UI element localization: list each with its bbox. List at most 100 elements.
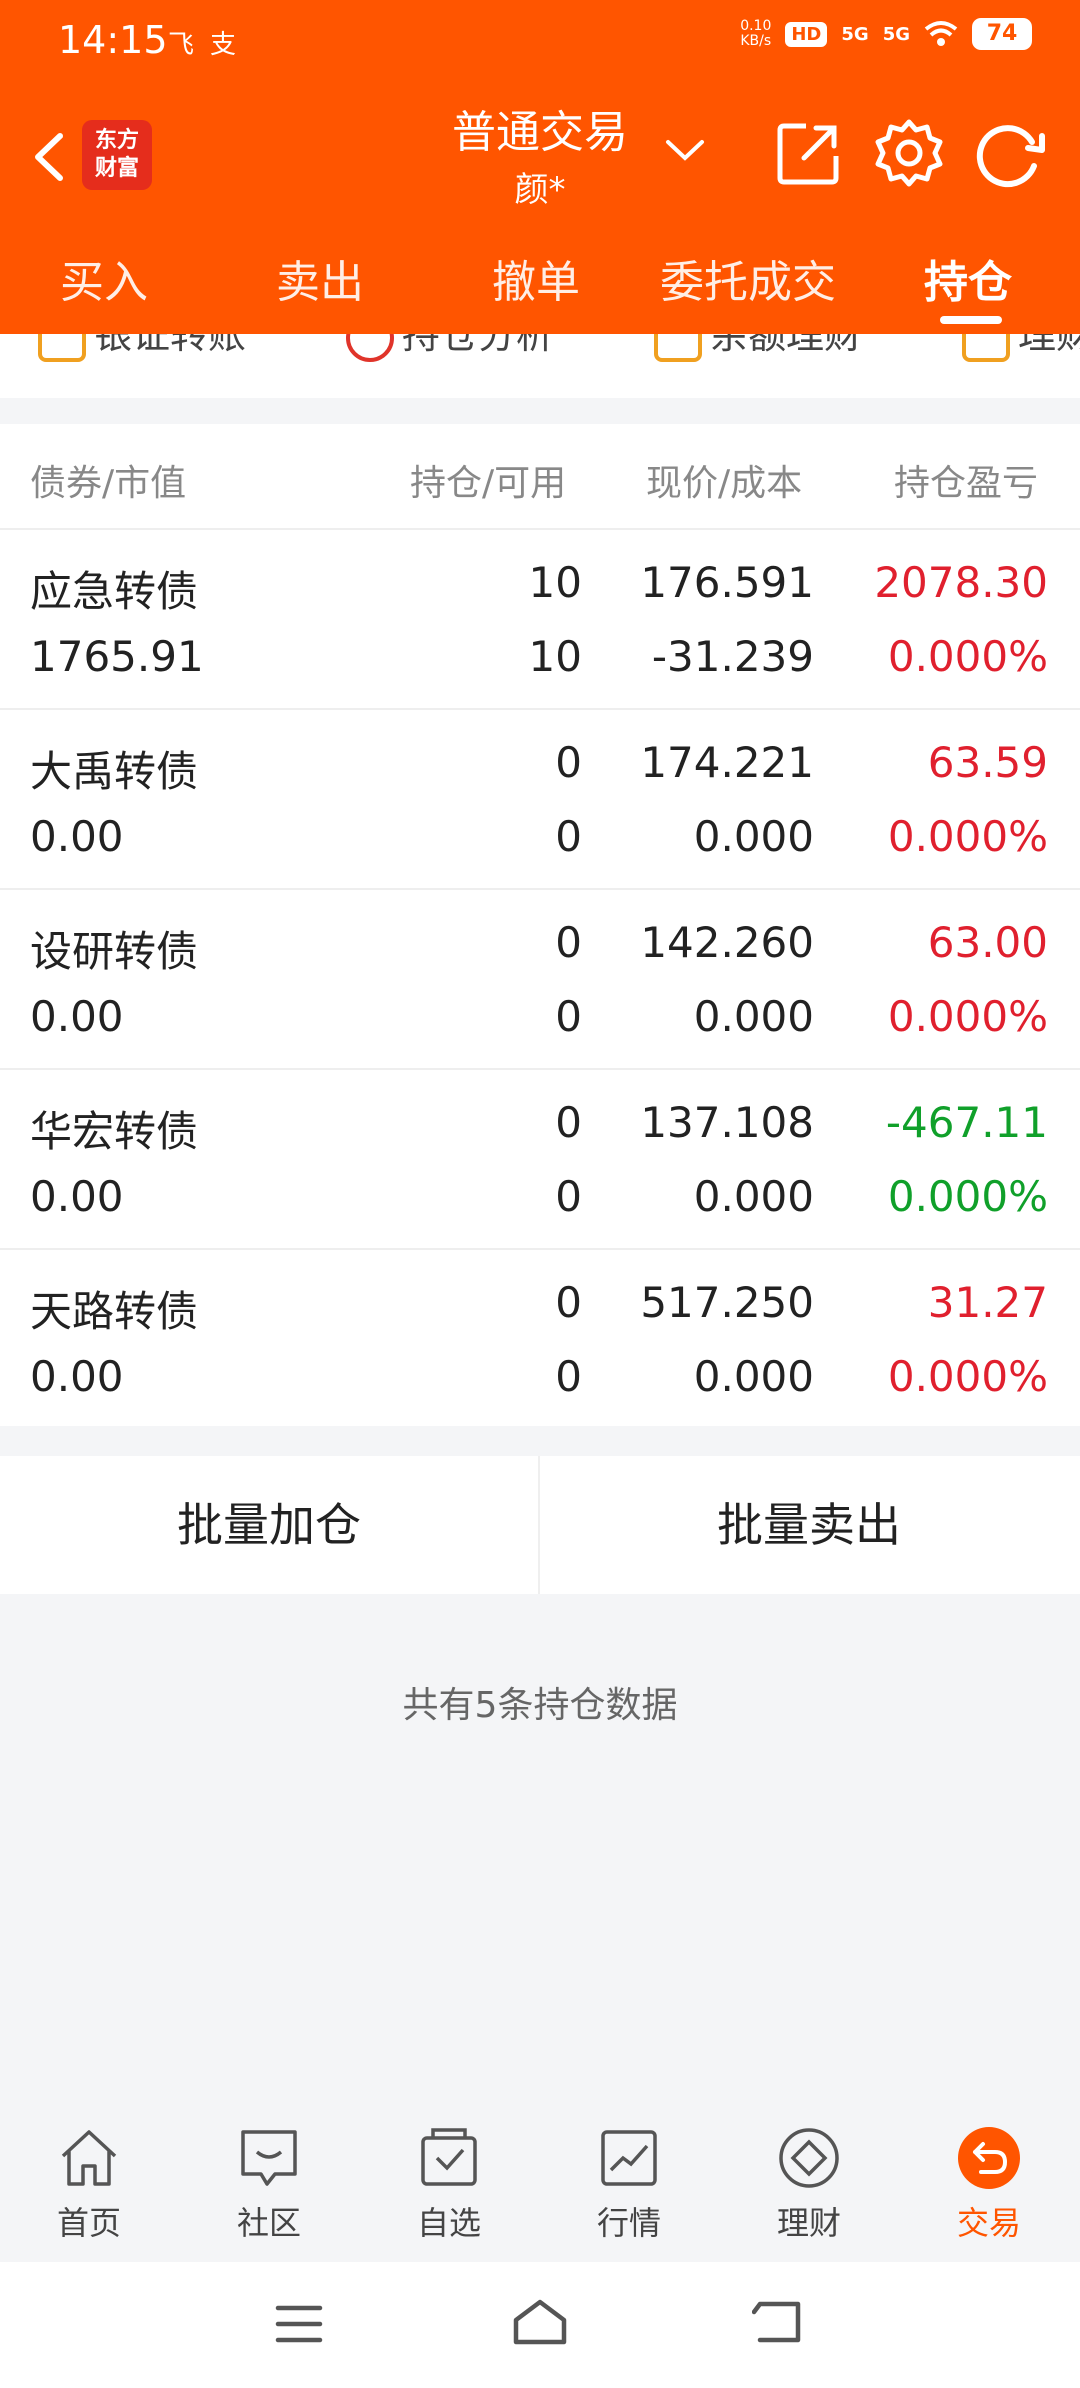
piggy-bank-icon xyxy=(654,334,702,362)
chart-icon xyxy=(601,2130,657,2186)
analysis-icon xyxy=(346,334,394,362)
tab-cancel[interactable]: 撤单 xyxy=(492,246,580,310)
nav-finance[interactable]: 理财 xyxy=(734,2126,884,2244)
tab-sell[interactable]: 卖出 xyxy=(276,246,364,310)
market-value: 0.00 xyxy=(30,1172,124,1221)
nav-community[interactable]: 社区 xyxy=(194,2126,344,2244)
nav-bar: 东方 财富 普通交易 颜* xyxy=(0,84,1080,224)
menu-icon[interactable] xyxy=(274,2302,324,2346)
status-bar: 14:15 飞 支 0.10 KB/s HD 5G 5G 74 xyxy=(0,0,1080,84)
avail-qty: 0 xyxy=(555,992,582,1041)
quick-balance-finance[interactable]: 余额理财 xyxy=(654,334,862,362)
bond-name: 设研转债 xyxy=(30,927,199,976)
signal-5g-icon: 5G xyxy=(841,23,869,45)
bond-name: 天路转债 xyxy=(30,1287,199,1336)
cost-price: -31.239 xyxy=(651,632,814,681)
gear-icon[interactable] xyxy=(874,118,944,188)
wifi-icon xyxy=(924,21,958,46)
hold-qty: 0 xyxy=(555,738,582,787)
hold-qty: 0 xyxy=(555,918,582,967)
home-nav-icon[interactable] xyxy=(510,2296,570,2348)
nav-market[interactable]: 行情 xyxy=(554,2126,704,2244)
status-time: 14:15 xyxy=(58,18,168,62)
tab-positions[interactable]: 持仓 xyxy=(924,246,1012,310)
app-notification-icon: 飞 xyxy=(168,30,195,60)
header-price: 现价/成本 xyxy=(646,463,803,504)
account-switcher[interactable]: 普通交易 颜* xyxy=(400,96,680,211)
bond-name: 华宏转债 xyxy=(30,1107,199,1156)
quick-analysis[interactable]: 持仓分析 xyxy=(346,334,554,362)
refresh-icon[interactable] xyxy=(972,118,1048,188)
quick-transfer[interactable]: 银证转账 xyxy=(38,334,246,362)
positions-summary: 共有5条持仓数据 xyxy=(402,1685,678,1726)
bond-name: 应急转债 xyxy=(30,567,199,616)
hd-icon: HD xyxy=(785,21,828,47)
eastmoney-logo: 东方 财富 xyxy=(82,120,152,190)
batch-actions: 批量加仓 批量卖出 xyxy=(0,1456,1080,1594)
current-price: 176.591 xyxy=(640,558,814,607)
bottom-nav: 首页 社区 自选 行情 理财 交易 xyxy=(0,2100,1080,2262)
cost-price: 0.000 xyxy=(693,992,814,1041)
cost-price: 0.000 xyxy=(693,1352,814,1401)
transfer-icon xyxy=(38,334,86,362)
share-icon[interactable] xyxy=(776,120,842,186)
watchlist-icon xyxy=(421,2128,477,2186)
tab-indicator xyxy=(940,316,1002,324)
position-pnl: -467.11 xyxy=(885,1098,1048,1147)
position-pnl-pct: 0.000% xyxy=(887,1172,1048,1221)
tab-orders[interactable]: 委托成交 xyxy=(660,246,836,310)
quick-actions: 银证转账 持仓分析 余额理财 理财 xyxy=(0,334,1080,398)
top-header: 14:15 飞 支 0.10 KB/s HD 5G 5G 74 东方 财富 普通交… xyxy=(0,0,1080,334)
current-price: 174.221 xyxy=(640,738,814,787)
nav-watchlist[interactable]: 自选 xyxy=(374,2126,524,2244)
page-title: 普通交易 xyxy=(452,107,628,158)
table-row[interactable]: 天路转债 0.00 0 0 517.250 0.000 31.27 0.000% xyxy=(0,1248,1080,1428)
position-pnl: 31.27 xyxy=(927,1278,1048,1327)
position-pnl-pct: 0.000% xyxy=(887,632,1048,681)
alipay-notification-icon: 支 xyxy=(210,30,237,60)
header-pnl: 持仓盈亏 xyxy=(894,463,1039,504)
yuan-icon xyxy=(962,334,1010,362)
header-hold: 持仓/可用 xyxy=(410,463,567,504)
market-value: 0.00 xyxy=(30,812,124,861)
chevron-down-icon[interactable] xyxy=(662,130,708,170)
system-nav-bar xyxy=(0,2262,1080,2388)
back-arrow-icon[interactable] xyxy=(24,122,74,192)
account-name: 颜* xyxy=(514,170,566,210)
quick-finance[interactable]: 理财 xyxy=(962,334,1080,362)
current-price: 137.108 xyxy=(640,1098,814,1147)
position-pnl-pct: 0.000% xyxy=(887,812,1048,861)
positions-table: 债券/市值 持仓/可用 现价/成本 持仓盈亏 应急转债 1765.91 10 10 17… xyxy=(0,424,1080,1426)
table-header: 债券/市值 持仓/可用 现价/成本 持仓盈亏 xyxy=(0,424,1080,528)
batch-sell-button[interactable]: 批量卖出 xyxy=(540,1456,1078,1594)
table-row[interactable]: 华宏转债 0.00 0 0 137.108 0.000 -467.11 0.000% xyxy=(0,1068,1080,1248)
position-pnl: 2078.30 xyxy=(874,558,1048,607)
table-row[interactable]: 应急转债 1765.91 10 10 176.591 -31.239 2078.30 0.00… xyxy=(0,528,1080,708)
bond-name: 大禹转债 xyxy=(30,747,199,796)
avail-qty: 0 xyxy=(555,812,582,861)
back-nav-icon[interactable] xyxy=(752,2298,804,2346)
trade-tabs: 买入 卖出 撤单 委托成交 持仓 xyxy=(0,224,1080,334)
hold-qty: 10 xyxy=(528,558,582,607)
avail-qty: 0 xyxy=(555,1172,582,1221)
diamond-icon xyxy=(779,2128,839,2188)
hold-qty: 0 xyxy=(555,1098,582,1147)
battery-icon: 74 xyxy=(972,18,1032,50)
status-right: 0.10 KB/s HD 5G 5G 74 xyxy=(740,18,1032,50)
market-value: 1765.91 xyxy=(30,632,204,681)
position-pnl-pct: 0.000% xyxy=(887,1352,1048,1401)
header-bond: 债券/市值 xyxy=(30,463,187,504)
tab-buy[interactable]: 买入 xyxy=(60,246,148,310)
avail-qty: 0 xyxy=(555,1352,582,1401)
position-pnl: 63.59 xyxy=(927,738,1048,787)
cost-price: 0.000 xyxy=(693,1172,814,1221)
current-price: 142.260 xyxy=(640,918,814,967)
market-value: 0.00 xyxy=(30,992,124,1041)
batch-add-button[interactable]: 批量加仓 xyxy=(0,1456,538,1594)
chat-icon xyxy=(241,2130,297,2186)
nav-trade[interactable]: 交易 xyxy=(914,2126,1064,2244)
nav-home[interactable]: 首页 xyxy=(14,2126,164,2244)
table-row[interactable]: 设研转债 0.00 0 0 142.260 0.000 63.00 0.000% xyxy=(0,888,1080,1068)
table-row[interactable]: 大禹转债 0.00 0 0 174.221 0.000 63.59 0.000% xyxy=(0,708,1080,888)
net-speed: 0.10 KB/s xyxy=(740,18,772,49)
